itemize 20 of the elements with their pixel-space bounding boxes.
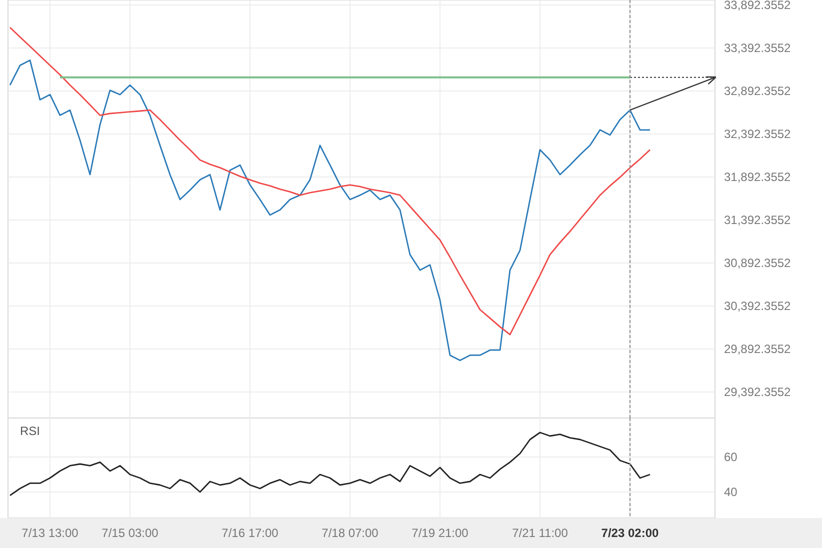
- x-axis-label: 7/15 03:00: [102, 526, 158, 540]
- y-axis-label: 32,892.3552: [724, 84, 791, 98]
- y-axis-label: 29,892.3552: [724, 342, 791, 356]
- y-axis-label: 30,892.3552: [724, 256, 791, 270]
- y-axis-label: 29,392.3552: [724, 385, 791, 399]
- y-axis-label: 31,392.3552: [724, 212, 791, 227]
- x-axis-label: 7/18 07:00: [322, 526, 378, 540]
- y-axis-label: 33,392.3552: [724, 40, 791, 55]
- y-axis-label: 31,892.3552: [724, 170, 791, 184]
- x-axis-label: 7/19 21:00: [412, 526, 468, 540]
- chart-title: RSI: [20, 424, 40, 438]
- x-axis-label: 7/16 17:00: [222, 526, 278, 540]
- y-axis-label: 33,892.3552: [724, 0, 791, 12]
- x-axis-label: 7/13 13:00: [22, 526, 78, 540]
- y-axis-label: 32,392.3552: [724, 126, 791, 141]
- y-axis-label: 30,392.3552: [724, 298, 791, 313]
- x-axis-label: 7/23 02:00: [601, 526, 659, 540]
- y-axis-label: 40: [724, 484, 738, 499]
- x-axis-label: 7/21 11:00: [512, 526, 568, 540]
- y-axis-label: 60: [724, 450, 738, 464]
